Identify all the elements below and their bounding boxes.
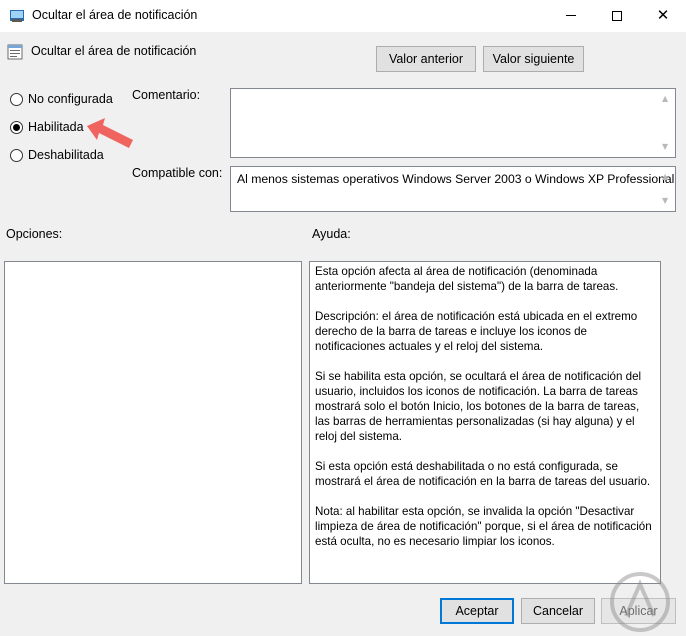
- scroll-up-icon[interactable]: ▲: [662, 95, 670, 103]
- radio-button[interactable]: [10, 148, 23, 162]
- options-label: Opciones:: [6, 227, 63, 241]
- window-title: Ocultar el área de notificación: [32, 8, 198, 22]
- title-bar: Ocultar el área de notificación ✕: [0, 0, 686, 32]
- setting-title: Ocultar el área de notificación: [31, 44, 197, 58]
- radio-label: Habilitada: [28, 120, 84, 134]
- scroll-down-icon[interactable]: ▼: [662, 197, 670, 205]
- help-paragraph: Descripción: el área de notificación est…: [315, 310, 638, 353]
- compatible-value: Al menos sistemas operativos Windows Ser…: [237, 172, 675, 186]
- help-text: Esta opción afecta al área de notificaci…: [315, 264, 657, 564]
- help-label: Ayuda:: [312, 227, 351, 241]
- maximize-icon: [612, 10, 622, 21]
- compatible-label: Compatible con:: [132, 166, 223, 180]
- help-paragraph: Esta opción afecta al área de notificaci…: [315, 265, 619, 293]
- radio-button[interactable]: [10, 120, 23, 134]
- scroll-down-icon[interactable]: ▼: [662, 143, 670, 151]
- help-panel[interactable]: Esta opción afecta al área de notificaci…: [309, 261, 661, 584]
- help-paragraph: Si esta opción está deshabilitada o no e…: [315, 460, 651, 488]
- close-icon: ✕: [656, 6, 670, 24]
- compatible-field[interactable]: Al menos sistemas operativos Windows Ser…: [230, 166, 676, 212]
- help-scrollbar[interactable]: [661, 261, 678, 584]
- setting-icon: [7, 44, 23, 60]
- radio-label: No configurada: [28, 92, 113, 106]
- comment-label: Comentario:: [132, 88, 201, 102]
- maximize-button[interactable]: [594, 0, 640, 31]
- close-button[interactable]: ✕: [640, 0, 686, 31]
- scroll-up-icon[interactable]: ▲: [662, 173, 670, 181]
- radio-button[interactable]: [10, 92, 23, 106]
- minimize-icon: [566, 15, 576, 16]
- next-setting-button[interactable]: Valor siguiente: [483, 46, 584, 72]
- radio-not-configured[interactable]: No configurada: [10, 92, 113, 106]
- comment-field[interactable]: ▲ ▼: [230, 88, 676, 158]
- previous-setting-button[interactable]: Valor anterior: [376, 46, 476, 72]
- policy-icon: [10, 10, 24, 22]
- help-paragraph: Si se habilita esta opción, se ocultará …: [315, 370, 642, 443]
- cancel-button[interactable]: Cancelar: [521, 598, 595, 624]
- arrow-icon: [87, 118, 133, 148]
- help-paragraph: Nota: al habilitar esta opción, se inval…: [315, 505, 652, 548]
- minimize-button[interactable]: [548, 0, 594, 31]
- options-panel[interactable]: [4, 261, 302, 584]
- radio-enabled[interactable]: Habilitada: [10, 120, 84, 134]
- watermark-logo-icon: [610, 572, 670, 632]
- ok-button[interactable]: Aceptar: [440, 598, 514, 624]
